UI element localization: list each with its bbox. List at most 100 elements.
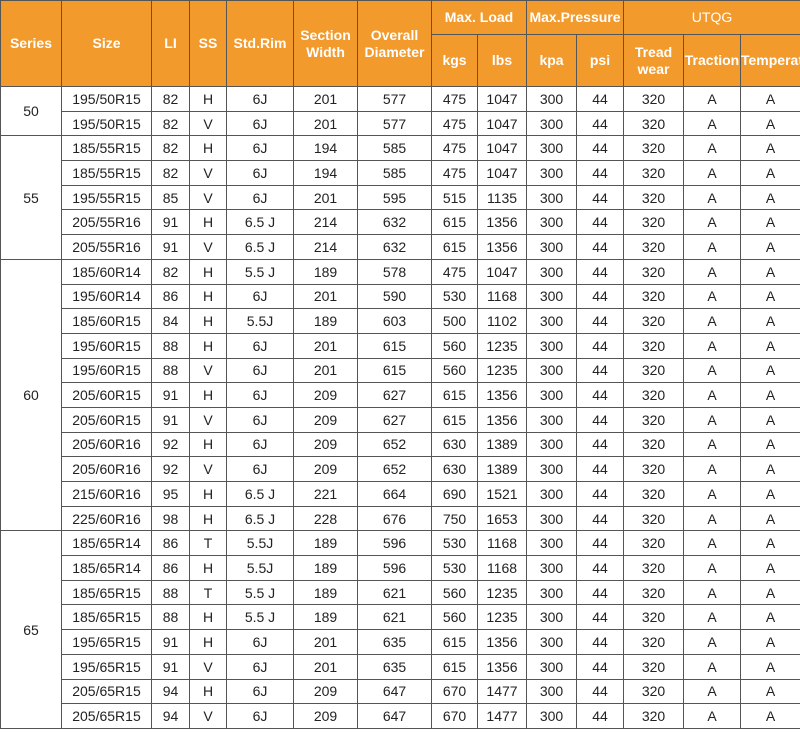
cell-temperature: A xyxy=(739,431,800,458)
cell-temperature: A xyxy=(739,258,800,285)
cell-section-width: 209 xyxy=(293,456,358,482)
header-treadwear: Tread wear xyxy=(623,34,684,87)
table-row: 215/60R16 95 H 6.5 J 221 664 690 1521 300 44 320 A A xyxy=(1,481,800,507)
cell-lbs: 1047 xyxy=(477,110,527,137)
cell-std-rim: 6J xyxy=(226,629,294,655)
cell-lbs: 1102 xyxy=(477,308,527,334)
cell-section-width: 201 xyxy=(293,86,358,112)
cell-treadwear: 320 xyxy=(623,604,684,631)
cell-traction: A xyxy=(683,629,741,655)
cell-overall-diameter: 647 xyxy=(357,703,432,729)
cell-lbs: 1356 xyxy=(477,653,527,680)
cell-lbs: 1047 xyxy=(477,135,527,162)
cell-traction: A xyxy=(683,653,741,680)
table-row: 195/50R15 82 V 6J 201 577 475 1047 300 44 320 A A xyxy=(1,110,800,137)
cell-temperature: A xyxy=(739,653,800,680)
cell-std-rim: 6J xyxy=(226,703,294,729)
cell-ss: V xyxy=(189,406,227,433)
cell-overall-diameter: 603 xyxy=(357,308,432,334)
cell-treadwear: 320 xyxy=(623,505,684,532)
cell-std-rim: 6.5 J xyxy=(226,209,294,236)
cell-overall-diameter: 596 xyxy=(357,530,432,557)
cell-psi: 44 xyxy=(576,110,624,137)
table-row: 185/55R15 82 V 6J 194 585 475 1047 300 44 320 A A xyxy=(1,160,800,186)
cell-traction: A xyxy=(683,332,741,359)
cell-li: 82 xyxy=(151,160,190,186)
cell-traction: A xyxy=(683,209,741,236)
cell-temperature: A xyxy=(739,629,800,655)
cell-traction: A xyxy=(683,431,741,458)
header-series: Series xyxy=(0,0,62,87)
cell-ss: V xyxy=(189,110,227,137)
cell-std-rim: 6.5 J xyxy=(226,481,294,507)
cell-psi: 44 xyxy=(576,283,624,310)
cell-traction: A xyxy=(683,234,741,260)
cell-temperature: A xyxy=(739,382,800,408)
cell-traction: A xyxy=(683,308,741,334)
cell-psi: 44 xyxy=(576,505,624,532)
cell-ss: H xyxy=(189,209,227,236)
table-row: 195/60R14 86 H 6J 201 590 530 1168 300 44 320 A A xyxy=(1,283,800,310)
cell-temperature: A xyxy=(739,110,800,137)
cell-li: 88 xyxy=(151,332,190,359)
cell-kgs: 630 xyxy=(431,456,478,482)
cell-temperature: A xyxy=(739,86,800,112)
cell-section-width: 189 xyxy=(293,530,358,557)
table-row: 65 185/65R14 86 T 5.5J 189 596 530 1168 300 44 320 A… xyxy=(0,530,800,729)
cell-std-rim: 5.5 J xyxy=(226,258,294,285)
cell-traction: A xyxy=(683,604,741,631)
header-ss: SS xyxy=(189,0,227,87)
cell-section-width: 201 xyxy=(293,332,358,359)
cell-size: 205/60R16 xyxy=(61,431,152,458)
cell-treadwear: 320 xyxy=(623,530,684,557)
cell-ss: T xyxy=(189,579,227,606)
table-row: 55 185/55R15 82 H 6J 194 585 475 1047 300 44 320 A A xyxy=(0,135,800,260)
cell-treadwear: 320 xyxy=(623,308,684,334)
cell-section-width: 214 xyxy=(293,234,358,260)
cell-ss: V xyxy=(189,160,227,186)
cell-kpa: 300 xyxy=(526,332,577,359)
table-row: 205/65R15 94 V 6J 209 647 670 1477 300 44 320 A A xyxy=(1,703,800,729)
cell-size: 185/60R15 xyxy=(61,308,152,334)
cell-kpa: 300 xyxy=(526,86,577,112)
cell-std-rim: 6J xyxy=(226,135,294,162)
cell-kgs: 615 xyxy=(431,629,478,655)
cell-psi: 44 xyxy=(576,135,624,162)
cell-lbs: 1521 xyxy=(477,481,527,507)
cell-overall-diameter: 652 xyxy=(357,431,432,458)
cell-ss: H xyxy=(189,481,227,507)
cell-std-rim: 5.5J xyxy=(226,530,294,557)
cell-kgs: 630 xyxy=(431,431,478,458)
header-size: Size xyxy=(61,0,152,87)
cell-psi: 44 xyxy=(576,456,624,482)
cell-traction: A xyxy=(683,135,741,162)
table-row: 205/55R16 91 V 6.5 J 214 632 615 1356 300 44 320 A A xyxy=(1,234,800,260)
cell-psi: 44 xyxy=(576,481,624,507)
cell-traction: A xyxy=(683,505,741,532)
cell-lbs: 1389 xyxy=(477,456,527,482)
cell-treadwear: 320 xyxy=(623,184,684,211)
table-row: 195/65R15 91 H 6J 201 635 615 1356 300 44 320 A A xyxy=(1,629,800,655)
cell-kpa: 300 xyxy=(526,406,577,433)
table-row: 185/65R15 88 H 5.5 J 189 621 560 1235 300 44 320 A A xyxy=(1,604,800,631)
cell-kpa: 300 xyxy=(526,555,577,581)
cell-psi: 44 xyxy=(576,86,624,112)
cell-temperature: A xyxy=(739,283,800,310)
cell-overall-diameter: 627 xyxy=(357,406,432,433)
cell-size: 205/60R15 xyxy=(61,406,152,433)
cell-traction: A xyxy=(683,160,741,186)
cell-overall-diameter: 627 xyxy=(357,382,432,408)
cell-treadwear: 320 xyxy=(623,110,684,137)
cell-overall-diameter: 577 xyxy=(357,86,432,112)
cell-traction: A xyxy=(683,357,741,384)
cell-ss: V xyxy=(189,653,227,680)
cell-traction: A xyxy=(683,456,741,482)
cell-kgs: 530 xyxy=(431,555,478,581)
table-row: 205/55R16 91 H 6.5 J 214 632 615 1356 300 44 320 A A xyxy=(1,209,800,236)
cell-overall-diameter: 595 xyxy=(357,184,432,211)
cell-series: 65 xyxy=(0,530,62,729)
cell-size: 205/55R16 xyxy=(61,209,152,236)
cell-kgs: 670 xyxy=(431,703,478,729)
cell-ss: H xyxy=(189,678,227,705)
cell-ss: H xyxy=(189,382,227,408)
